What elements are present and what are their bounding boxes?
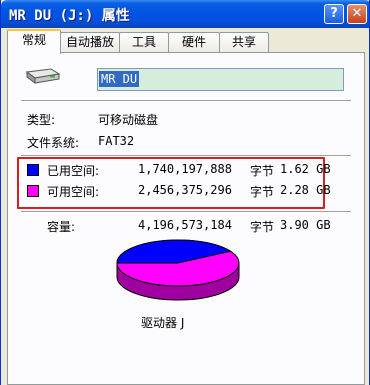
filesystem-value: FAT32 xyxy=(98,134,135,148)
capacity-size: 3.90 GB xyxy=(280,218,331,232)
drive-label: 驱动器 J xyxy=(141,316,185,330)
capacity-label: 容量: xyxy=(47,220,76,234)
tab-hardware[interactable]: 硬件 xyxy=(168,32,220,52)
tab-general[interactable]: 常规 xyxy=(7,29,61,54)
capacity-unit: 字节 xyxy=(250,220,275,234)
free-space-unit: 字节 xyxy=(250,185,275,199)
filesystem-label: 文件系统: xyxy=(27,136,80,150)
help-button[interactable]: ? xyxy=(324,4,344,24)
drive-name-value: MR DU xyxy=(99,71,140,87)
capacity-bytes: 4,196,573,184 xyxy=(138,218,232,232)
used-space-bytes: 1,740,197,888 xyxy=(138,162,232,176)
divider xyxy=(21,100,351,102)
used-space-size: 1.62 GB xyxy=(280,162,331,176)
tab-strip: 常规 自动播放 工具 硬件 共享 xyxy=(7,29,367,54)
used-space-swatch xyxy=(27,164,39,176)
tab-tools[interactable]: 工具 xyxy=(119,32,169,52)
properties-window: MR DU (J:) 属性 ? ✕ 常规 自动播放 工具 硬件 共享 MR DU… xyxy=(0,0,370,385)
title-bar[interactable]: MR DU (J:) 属性 ? ✕ xyxy=(1,0,369,28)
free-space-bytes: 2,456,375,296 xyxy=(138,183,232,197)
disk-usage-pie xyxy=(116,239,240,301)
type-label: 类型: xyxy=(27,113,56,127)
divider xyxy=(21,211,351,213)
type-value: 可移动磁盘 xyxy=(98,113,159,127)
used-space-unit: 字节 xyxy=(250,164,275,178)
removable-drive-icon xyxy=(25,68,61,84)
free-space-size: 2.28 GB xyxy=(280,183,331,197)
tab-sharing[interactable]: 共享 xyxy=(219,32,269,52)
free-space-label: 可用空间: xyxy=(47,185,100,199)
used-space-label: 已用空间: xyxy=(47,164,100,178)
tab-autoplay[interactable]: 自动播放 xyxy=(60,32,120,52)
drive-name-field[interactable]: MR DU xyxy=(97,68,344,91)
window-title: MR DU (J:) 属性 xyxy=(9,8,130,24)
close-button[interactable]: ✕ xyxy=(347,4,367,24)
free-space-swatch xyxy=(27,185,39,197)
